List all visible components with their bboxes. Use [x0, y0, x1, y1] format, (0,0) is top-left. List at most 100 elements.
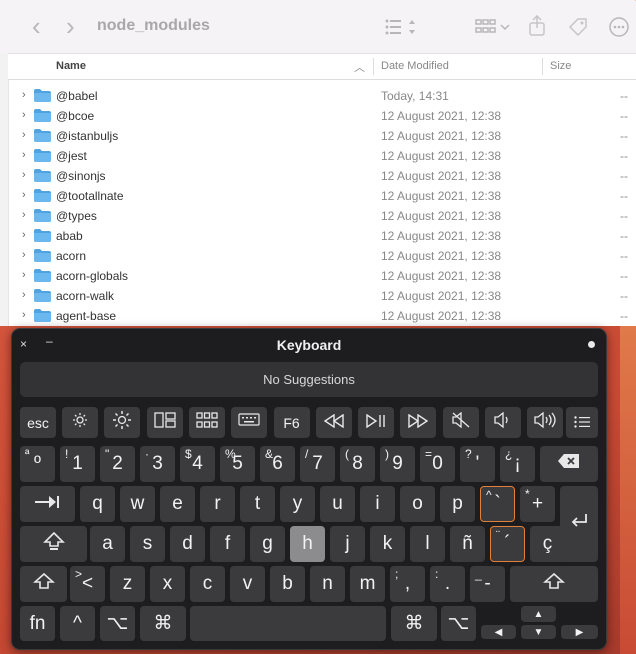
key-brightness-down-icon[interactable]	[62, 407, 98, 438]
key-dead-grave[interactable]: ^ `	[480, 486, 515, 522]
key-letter[interactable]: g	[250, 526, 285, 562]
file-row[interactable]: › @sinonjs 12 August 2021, 12:38 --	[8, 166, 636, 186]
key-letter[interactable]: q	[80, 486, 115, 522]
key-letter[interactable]: s	[130, 526, 165, 562]
file-row[interactable]: › acorn 12 August 2021, 12:38 --	[8, 246, 636, 266]
back-button[interactable]: ‹	[32, 13, 41, 39]
file-row[interactable]: › @babel Today, 14:31 --	[8, 86, 636, 106]
disclosure-chevron-icon[interactable]: ›	[22, 269, 26, 281]
key-rewind-icon[interactable]	[315, 407, 352, 438]
key-number[interactable]: ªº	[20, 446, 55, 482]
key-return-icon[interactable]	[560, 486, 598, 562]
key-number[interactable]: (8	[340, 446, 375, 482]
key-esc[interactable]: esc	[20, 407, 56, 438]
key-number[interactable]: ! 1	[60, 446, 95, 482]
key-command-right[interactable]: ⌘	[391, 606, 437, 641]
file-row[interactable]: › abab 12 August 2021, 12:38 --	[8, 226, 636, 246]
key-launchpad-icon[interactable]	[188, 407, 225, 438]
key-less-than[interactable]: > <	[70, 566, 105, 602]
key-fn[interactable]: fn	[20, 606, 55, 641]
key-letter[interactable]: c	[190, 566, 225, 602]
options-dot-icon[interactable]	[588, 341, 595, 348]
file-row[interactable]: › acorn-globals 12 August 2021, 12:38 --	[8, 266, 636, 286]
disclosure-chevron-icon[interactable]: ›	[22, 149, 26, 161]
key-letter[interactable]: w	[120, 486, 155, 522]
key-fast-forward-icon[interactable]	[400, 407, 437, 438]
file-row[interactable]: › @istanbuljs 12 August 2021, 12:38 --	[8, 126, 636, 146]
column-name[interactable]: Name	[56, 60, 86, 72]
file-row[interactable]: › @jest 12 August 2021, 12:38 --	[8, 146, 636, 166]
key-f6[interactable]: F6	[273, 407, 310, 438]
key-volume-down-icon[interactable]	[485, 407, 521, 438]
key-option-right[interactable]: ⌥	[441, 606, 476, 641]
column-date-modified[interactable]: Date Modified	[381, 60, 449, 72]
more-actions-icon[interactable]	[608, 16, 636, 42]
key-mission-control-icon[interactable]	[146, 407, 183, 438]
key-letter[interactable]: v	[230, 566, 265, 602]
key-menu-icon[interactable]	[566, 407, 598, 438]
key-caps-lock-icon[interactable]	[20, 526, 87, 562]
key-letter[interactable]: i	[360, 486, 395, 522]
key-letter[interactable]: l	[410, 526, 445, 562]
group-by-icon[interactable]	[475, 17, 511, 41]
file-row[interactable]: › @types 12 August 2021, 12:38 --	[8, 206, 636, 226]
key-letter[interactable]: h	[290, 526, 325, 562]
key-number[interactable]: " 2	[100, 446, 135, 482]
disclosure-chevron-icon[interactable]: ›	[22, 209, 26, 221]
key-comma[interactable]: ;,	[390, 566, 425, 602]
key-number[interactable]: ) 9	[380, 446, 415, 482]
key-c-cedilla[interactable]: ç	[530, 526, 565, 562]
key-number[interactable]: & 6	[260, 446, 295, 482]
key-number[interactable]: ¿ ¡	[500, 446, 535, 482]
key-play-pause-icon[interactable]	[358, 407, 395, 438]
column-size[interactable]: Size	[550, 60, 571, 72]
key-letter[interactable]: k	[370, 526, 405, 562]
key-control[interactable]: ^	[60, 606, 95, 641]
key-plus[interactable]: * +	[520, 486, 555, 522]
key-shift-left-icon[interactable]	[20, 566, 67, 602]
key-arrow-down[interactable]: ▼	[521, 625, 556, 639]
key-letter[interactable]: e	[160, 486, 195, 522]
key-number[interactable]: /7	[300, 446, 335, 482]
key-number[interactable]: % 5	[220, 446, 255, 482]
key-number[interactable]: ? '	[460, 446, 495, 482]
key-number[interactable]: $4	[180, 446, 215, 482]
file-row[interactable]: › acorn-walk 12 August 2021, 12:38 --	[8, 286, 636, 306]
key-letter[interactable]: ñ	[450, 526, 485, 562]
key-letter[interactable]: t	[240, 486, 275, 522]
key-letter[interactable]: b	[270, 566, 305, 602]
key-number[interactable]: · 3	[140, 446, 175, 482]
disclosure-chevron-icon[interactable]: ›	[22, 89, 26, 101]
key-command-left[interactable]: ⌘	[140, 606, 186, 641]
key-letter[interactable]: j	[330, 526, 365, 562]
file-row[interactable]: › @bcoe 12 August 2021, 12:38 --	[8, 106, 636, 126]
file-row[interactable]: › agent-base 12 August 2021, 12:38 --	[8, 306, 636, 326]
key-hyphen[interactable]: _ -	[470, 566, 505, 602]
key-space[interactable]	[190, 606, 386, 641]
key-letter[interactable]: d	[170, 526, 205, 562]
key-letter[interactable]: p	[440, 486, 475, 522]
forward-button[interactable]: ›	[66, 13, 75, 39]
disclosure-chevron-icon[interactable]: ›	[22, 129, 26, 141]
disclosure-chevron-icon[interactable]: ›	[22, 189, 26, 201]
disclosure-chevron-icon[interactable]: ›	[22, 169, 26, 181]
file-row[interactable]: › @tootallnate 12 August 2021, 12:38 --	[8, 186, 636, 206]
key-brightness-up-icon[interactable]	[104, 407, 141, 438]
key-letter[interactable]: z	[110, 566, 145, 602]
key-number[interactable]: = 0	[420, 446, 455, 482]
column-divider[interactable]	[542, 58, 543, 75]
disclosure-chevron-icon[interactable]: ›	[22, 109, 26, 121]
key-letter[interactable]: n	[310, 566, 345, 602]
key-arrow-up[interactable]: ▲	[521, 606, 556, 622]
share-icon[interactable]	[528, 14, 546, 41]
key-volume-up-icon[interactable]	[527, 407, 564, 438]
key-letter[interactable]: m	[350, 566, 385, 602]
disclosure-chevron-icon[interactable]: ›	[22, 289, 26, 301]
key-period[interactable]: :.	[430, 566, 465, 602]
key-letter[interactable]: u	[320, 486, 355, 522]
key-option-left[interactable]: ⌥	[100, 606, 135, 641]
key-mute-icon[interactable]	[442, 407, 479, 438]
disclosure-chevron-icon[interactable]: ›	[22, 229, 26, 241]
disclosure-chevron-icon[interactable]: ›	[22, 309, 26, 321]
key-dead-acute[interactable]: ¨ ´	[490, 526, 525, 562]
